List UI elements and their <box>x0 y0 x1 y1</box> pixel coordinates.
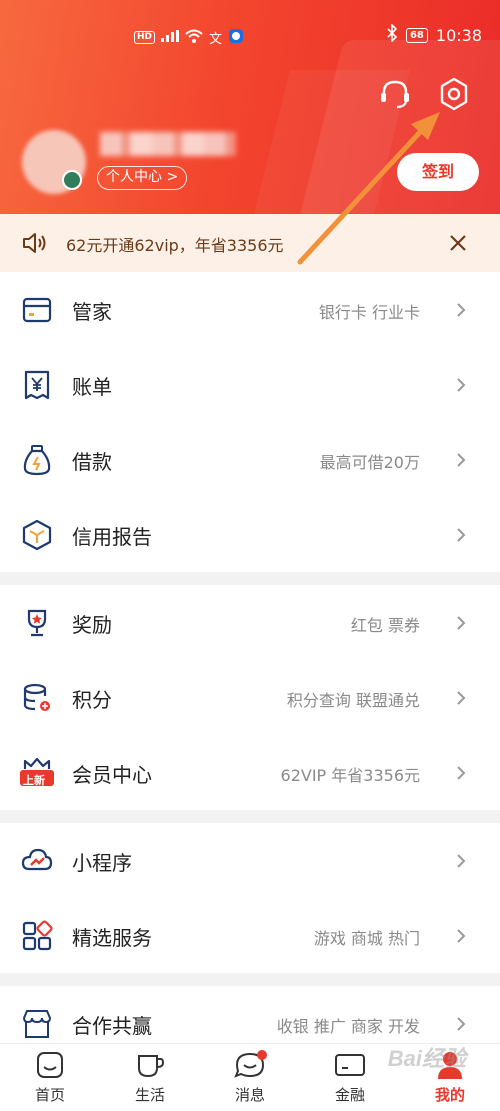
menu-label: 借款 <box>72 450 112 474</box>
menu-row-featured-services[interactable]: 精选服务 游戏 商城 热门 <box>0 898 500 973</box>
username-blurred <box>100 132 235 156</box>
trophy-icon <box>21 607 53 639</box>
wifi-icon <box>185 29 203 46</box>
menu-row-vip-center[interactable]: 上新 会员中心 62VIP 年省3356元 <box>0 735 500 810</box>
chevron-right-icon <box>455 1015 467 1033</box>
tab-label: 消息 <box>234 1086 265 1104</box>
translate-icon: 文 <box>209 32 223 47</box>
new-badge: 上新 <box>23 774 45 787</box>
menu-row-mini-program[interactable]: 小程序 <box>0 823 500 898</box>
menu-subtext: 银行卡 行业卡 <box>318 303 420 322</box>
tab-home[interactable]: 首页 <box>0 1044 100 1111</box>
notice-text: 62元开通62vip，年省3356元 <box>66 236 284 255</box>
menu-label: 小程序 <box>72 851 132 875</box>
menu-label: 合作共赢 <box>72 1014 152 1038</box>
menu-group-services: 小程序 精选服务 游戏 商城 热门 <box>0 823 500 973</box>
checkin-button[interactable]: 签到 <box>397 153 479 191</box>
tab-label: 金融 <box>334 1086 365 1104</box>
menu-subtext: 红包 票券 <box>350 616 420 635</box>
cup-icon <box>132 1050 168 1080</box>
bluetooth-icon <box>386 23 398 46</box>
menu-label: 积分 <box>72 688 112 712</box>
vip-crown-icon: 上新 <box>19 757 55 789</box>
menu-subtext: 最高可借20万 <box>319 453 420 472</box>
profile-header: HD 文 68 10:38 个人中心 > 签到 <box>0 0 500 214</box>
menu-row-rewards[interactable]: 奖励 红包 票券 <box>0 585 500 660</box>
chevron-right-icon <box>455 852 467 870</box>
menu-row-butler[interactable]: 管家 银行卡 行业卡 <box>0 272 500 347</box>
menu-subtext: 游戏 商城 热门 <box>313 929 420 948</box>
chevron-right-icon <box>455 376 467 394</box>
services-grid-icon <box>21 920 53 952</box>
menu-row-credit-report[interactable]: 信用报告 <box>0 497 500 572</box>
chevron-right-icon <box>455 451 467 469</box>
menu-subtext: 62VIP 年省3356元 <box>280 766 420 785</box>
menu-row-loan[interactable]: 借款 最高可借20万 <box>0 422 500 497</box>
menu-group-accounts: 管家 银行卡 行业卡 账单 借款 最高可借20万 信用报告 <box>0 272 500 572</box>
menu-label: 奖励 <box>72 613 112 637</box>
loan-bag-icon <box>21 444 53 476</box>
menu-label: 账单 <box>72 375 112 399</box>
status-indicators: HD 文 <box>134 28 244 47</box>
menu-subtext: 收银 推广 商家 开发 <box>276 1017 420 1036</box>
chevron-right-icon <box>455 927 467 945</box>
app-notification-icon <box>228 28 244 47</box>
credit-hexagon-icon <box>21 519 53 551</box>
status-right: 68 10:38 <box>386 23 482 46</box>
card-icon <box>21 294 53 326</box>
menu-group-partner: 合作共赢 收银 推广 商家 开发 <box>0 986 500 1043</box>
vip-notice-bar[interactable]: 62元开通62vip，年省3356元 <box>0 214 500 272</box>
close-icon[interactable] <box>447 232 469 254</box>
menu-label: 会员中心 <box>72 763 152 787</box>
chevron-right-icon <box>455 614 467 632</box>
menu-label: 管家 <box>72 300 112 324</box>
menu-row-bill[interactable]: 账单 <box>0 347 500 422</box>
bill-icon <box>21 369 53 401</box>
tab-label: 生活 <box>134 1086 165 1104</box>
tab-finance[interactable]: 金融 <box>300 1044 400 1111</box>
avatar-level-badge <box>62 170 82 190</box>
mini-program-icon <box>21 845 53 877</box>
chevron-right-icon <box>455 689 467 707</box>
watermark: Bai经验 <box>387 1046 466 1071</box>
store-icon <box>21 1008 53 1040</box>
message-icon <box>232 1050 268 1080</box>
chevron-right-icon <box>455 526 467 544</box>
chevron-right-icon <box>455 301 467 319</box>
hd-badge: HD <box>134 31 156 44</box>
menu-group-rewards: 奖励 红包 票券 积分 积分查询 联盟通兑 上新 会员中心 62VIP 年省33… <box>0 585 500 810</box>
personal-center-link[interactable]: 个人中心 > <box>97 166 188 190</box>
menu-label: 信用报告 <box>72 525 152 549</box>
menu-row-points[interactable]: 积分 积分查询 联盟通兑 <box>0 660 500 735</box>
menu-row-partnership[interactable]: 合作共赢 收银 推广 商家 开发 <box>0 986 500 1043</box>
tab-label: 我的 <box>434 1086 465 1104</box>
chevron-right-icon <box>455 764 467 782</box>
tab-label: 首页 <box>34 1086 65 1104</box>
tab-life[interactable]: 生活 <box>100 1044 200 1111</box>
settings-gear-icon[interactable] <box>436 76 472 112</box>
battery-indicator: 68 <box>405 27 428 43</box>
speaker-icon <box>22 231 48 255</box>
home-icon <box>32 1050 68 1080</box>
customer-service-icon[interactable] <box>377 76 413 112</box>
finance-card-icon <box>332 1050 368 1080</box>
menu-subtext: 积分查询 联盟通兑 <box>286 691 420 710</box>
status-bar: HD 文 68 10:38 <box>0 0 500 76</box>
signal-icon <box>161 30 180 45</box>
points-coins-icon <box>21 682 53 714</box>
tab-messages[interactable]: 消息 <box>200 1044 300 1111</box>
clock: 10:38 <box>435 25 482 45</box>
menu-label: 精选服务 <box>72 926 152 950</box>
